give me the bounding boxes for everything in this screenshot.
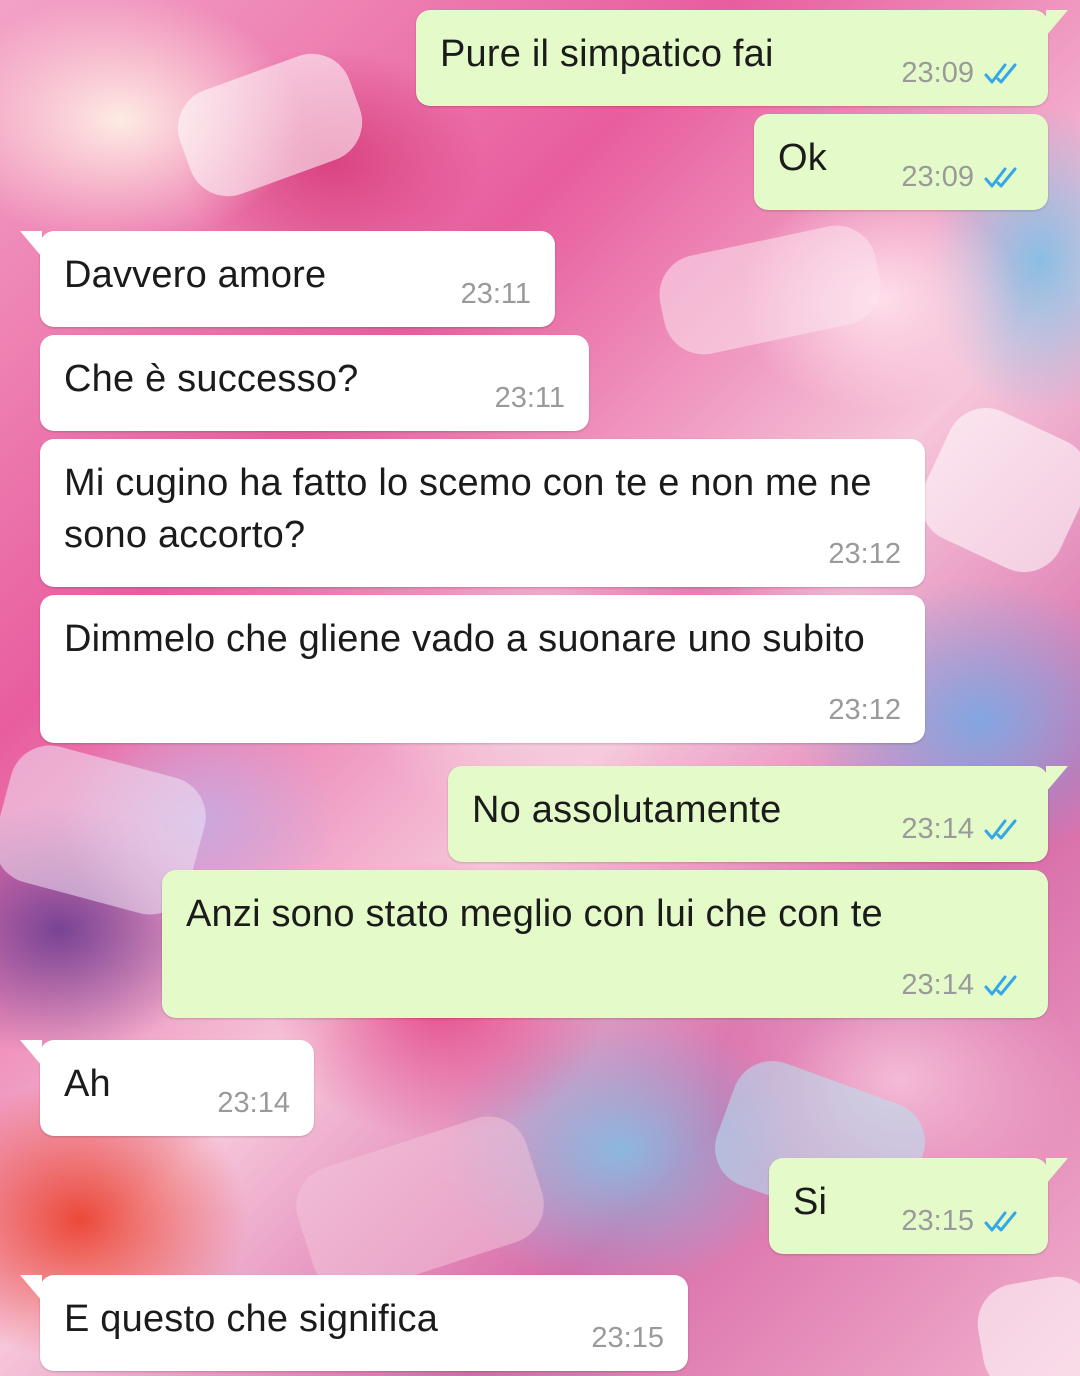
message-text: Dimmelo che gliene vado a suonare uno su…	[64, 618, 865, 660]
incoming-message[interactable]: Mi cugino ha fatto lo scemo con te e non…	[40, 439, 925, 587]
read-ticks-icon	[984, 975, 1017, 995]
message-time: 23:11	[460, 278, 531, 310]
wallpaper-candy-shape	[652, 218, 888, 362]
message-time: 23:12	[828, 538, 901, 570]
message-text: Che è successo?	[64, 358, 359, 400]
message-time: 23:11	[494, 382, 565, 414]
message-time: 23:15	[901, 1205, 974, 1237]
message-time: 23:14	[901, 813, 974, 845]
read-ticks-icon	[984, 167, 1017, 187]
read-ticks-icon	[984, 63, 1017, 83]
read-ticks-icon	[984, 819, 1017, 839]
message-time: 23:09	[901, 57, 974, 89]
message-time: 23:14	[901, 969, 974, 1001]
bubble-tail	[20, 1040, 42, 1066]
message-text: Anzi sono stato meglio con lui che con t…	[186, 893, 883, 935]
outgoing-message[interactable]: Pure il simpatico fai 23:09	[416, 10, 1068, 106]
message-time: 23:15	[591, 1322, 664, 1354]
message-text: Mi cugino ha fatto lo scemo con te e non…	[64, 462, 872, 556]
wallpaper-candy-shape	[166, 42, 374, 208]
wallpaper-candy-shape	[907, 394, 1080, 586]
outgoing-message[interactable]: Si 23:15	[769, 1158, 1068, 1254]
incoming-message[interactable]: Ah 23:14	[20, 1040, 314, 1136]
message-text: E questo che significa	[64, 1298, 439, 1340]
incoming-message[interactable]: Dimmelo che gliene vado a suonare uno su…	[40, 595, 925, 743]
read-ticks-icon	[984, 1211, 1017, 1231]
incoming-message[interactable]: Davvero amore 23:11	[20, 231, 555, 327]
wallpaper-candy-shape	[971, 1270, 1080, 1376]
incoming-message[interactable]: Che è successo? 23:11	[40, 335, 589, 431]
message-time: 23:12	[828, 694, 901, 726]
message-time: 23:09	[901, 161, 974, 193]
outgoing-message[interactable]: Ok 23:09	[754, 114, 1048, 210]
bubble-tail	[20, 231, 42, 257]
bubble-tail	[1046, 10, 1068, 36]
message-time: 23:14	[217, 1087, 290, 1119]
bubble-tail	[1046, 766, 1068, 792]
outgoing-message[interactable]: No assolutamente 23:14	[448, 766, 1068, 862]
bubble-tail	[1046, 1158, 1068, 1184]
outgoing-message[interactable]: Anzi sono stato meglio con lui che con t…	[162, 870, 1048, 1018]
bubble-tail	[20, 1275, 42, 1301]
incoming-message[interactable]: E questo che significa 23:15	[20, 1275, 688, 1371]
